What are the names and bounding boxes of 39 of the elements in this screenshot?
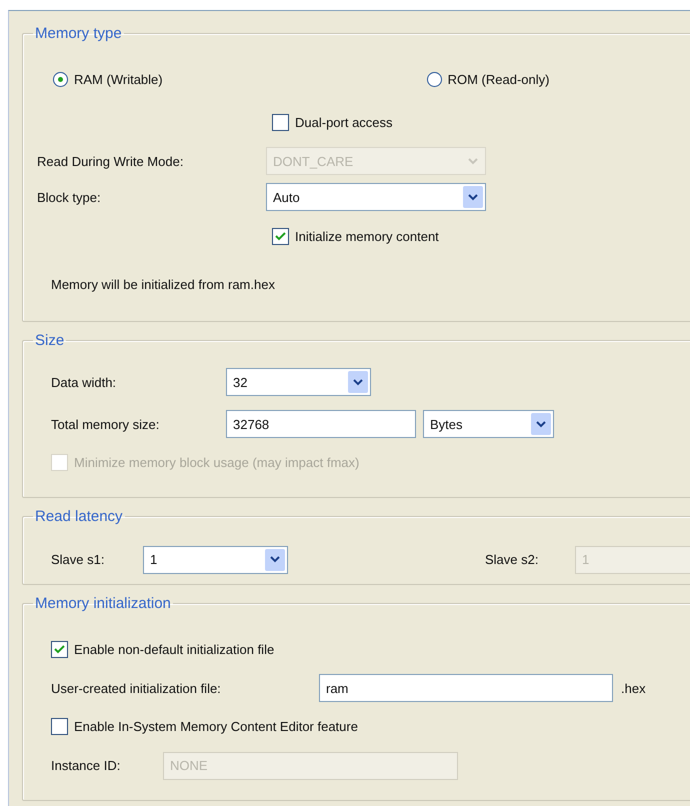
info-text: Memory will be initialized from ram.hex bbox=[51, 276, 275, 292]
check-icon bbox=[54, 644, 65, 654]
field-label: User-created initialization file: bbox=[51, 680, 222, 696]
field-label: Total memory size: bbox=[51, 416, 160, 432]
input-field[interactable]: 32768 bbox=[226, 410, 416, 438]
field-label: Instance ID: bbox=[51, 758, 122, 773]
field-label: Read During Write Mode: bbox=[37, 154, 184, 168]
chevron-down-icon bbox=[265, 548, 285, 570]
radio-button[interactable] bbox=[426, 72, 442, 86]
dropdown[interactable]: Bytes bbox=[423, 410, 554, 438]
section-title: Size bbox=[34, 332, 66, 349]
section-title: Memory initialization bbox=[34, 595, 172, 612]
dropdown[interactable]: 32 bbox=[226, 368, 371, 396]
checkbox-label: Dual-port access bbox=[295, 114, 393, 130]
section-title: Read latency bbox=[34, 508, 124, 525]
checkbox[interactable] bbox=[272, 114, 289, 130]
radio-label: RAM (Writable) bbox=[74, 72, 163, 86]
field-label: Block type: bbox=[37, 190, 102, 204]
checkbox[interactable] bbox=[51, 640, 68, 658]
check-icon bbox=[275, 232, 286, 240]
dropdown[interactable]: Auto bbox=[266, 183, 486, 211]
section-title: Memory type bbox=[34, 25, 123, 42]
field-label: Slave s2: bbox=[485, 552, 540, 567]
radio-label: ROM (Read-only) bbox=[448, 72, 550, 86]
chevron-down-icon bbox=[531, 413, 551, 435]
checkbox-label: Enable non-default initialization file bbox=[74, 642, 274, 656]
checkbox-label: Enable In-System Memory Content Editor feature bbox=[74, 718, 358, 734]
file-extension: .hex bbox=[621, 680, 646, 696]
input-field[interactable]: ram bbox=[319, 674, 613, 702]
field-label: Slave s1: bbox=[51, 552, 106, 567]
chevron-down-icon bbox=[463, 186, 483, 208]
checkbox-label: Initialize memory content bbox=[295, 228, 439, 244]
field-label: Data width: bbox=[51, 374, 118, 390]
checkbox-label: Minimize memory block usage (may impact fmax) bbox=[74, 454, 360, 470]
radio-button[interactable] bbox=[53, 72, 68, 86]
dropdown[interactable]: 1 bbox=[143, 546, 288, 574]
chevron-down-icon bbox=[348, 371, 368, 393]
checkbox[interactable] bbox=[272, 228, 289, 244]
checkbox[interactable] bbox=[51, 718, 68, 734]
